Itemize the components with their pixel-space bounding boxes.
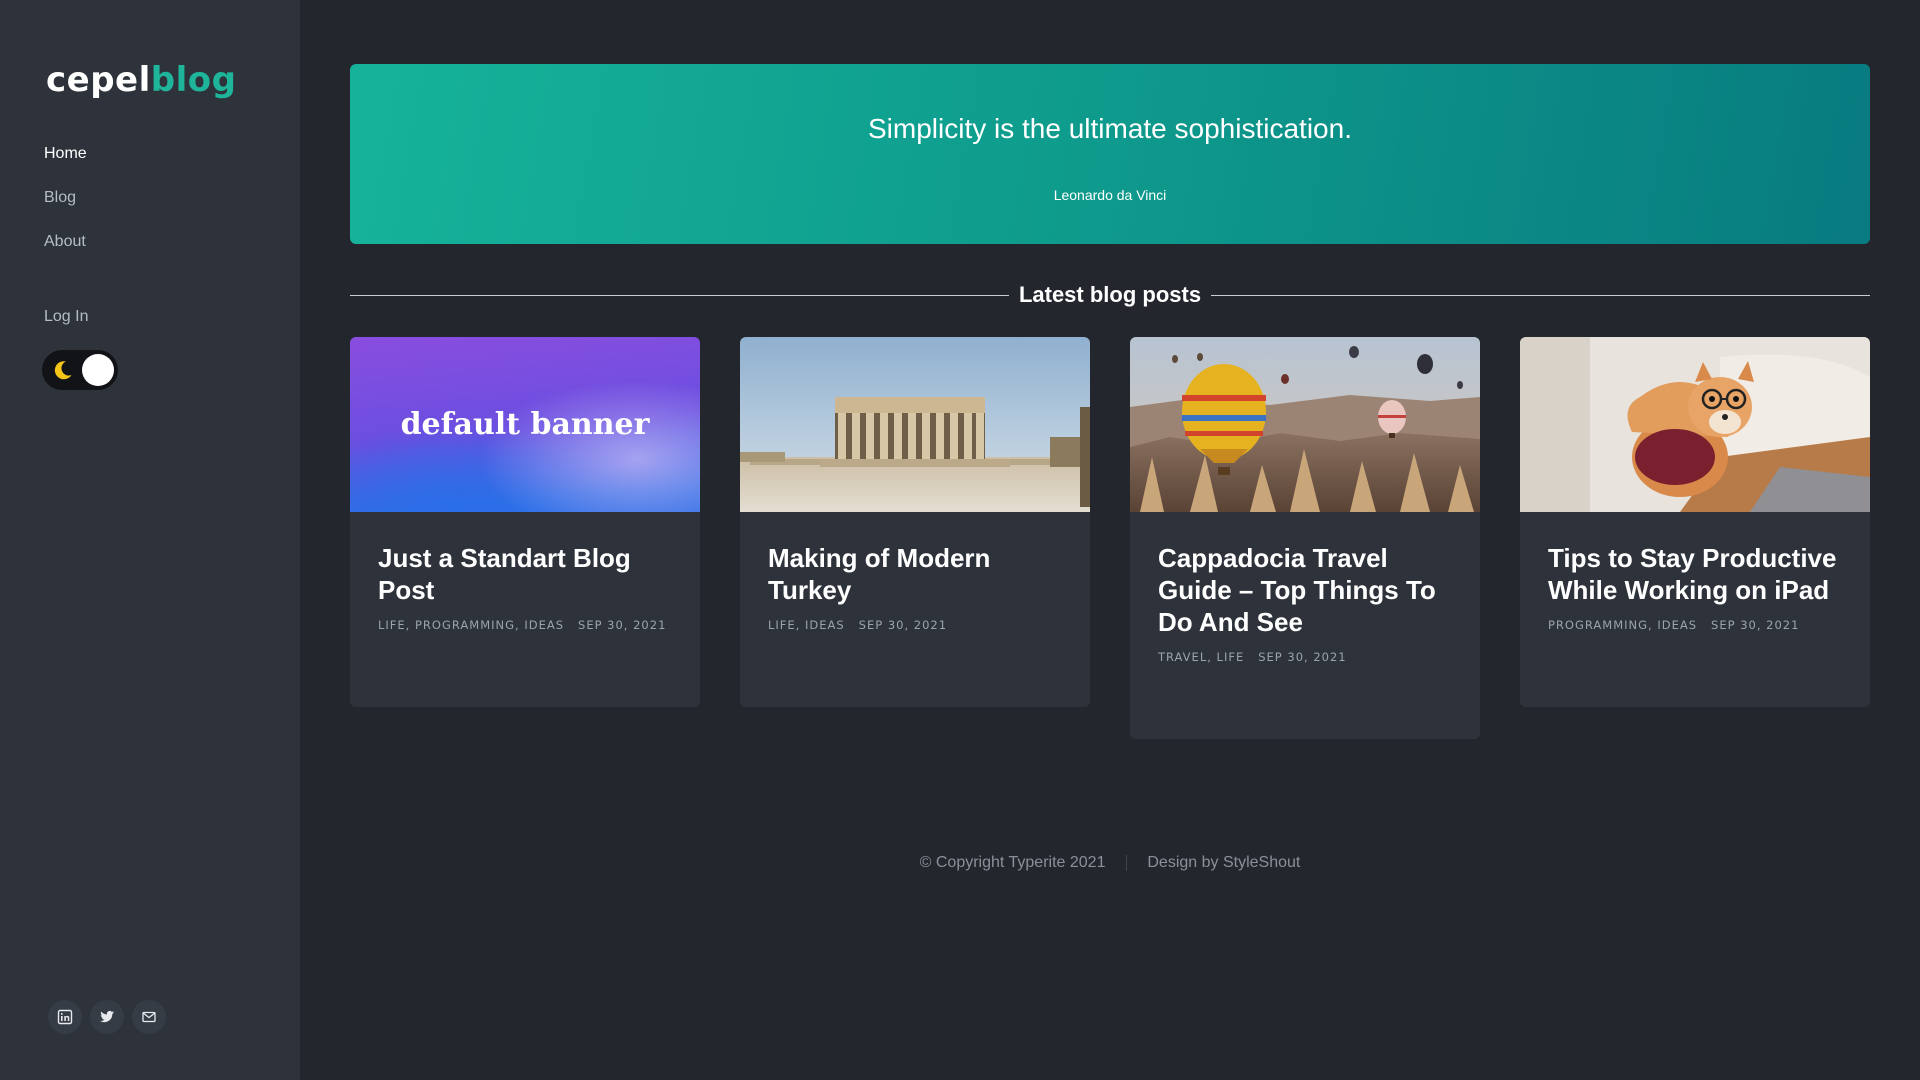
email-button[interactable] — [132, 1000, 166, 1034]
theme-toggle[interactable] — [42, 350, 118, 390]
post-date: SEP 30, 2021 — [1258, 650, 1347, 664]
post-grid: default banner Just a Standart Blog Post… — [350, 337, 1870, 739]
nav-item-home[interactable]: Home — [44, 144, 87, 164]
post-thumbnail[interactable] — [1520, 337, 1870, 512]
post-meta: LIFE, IDEAS SEP 30, 2021 — [768, 618, 1062, 632]
post-card[interactable]: Making of Modern Turkey LIFE, IDEAS SEP … — [740, 337, 1090, 707]
post-card-body: Cappadocia Travel Guide – Top Things To … — [1130, 512, 1480, 664]
post-card[interactable]: Tips to Stay Productive While Working on… — [1520, 337, 1870, 707]
moon-icon — [54, 361, 72, 380]
post-date: SEP 30, 2021 — [858, 618, 948, 632]
hero-author: Leonardo da Vinci — [1053, 187, 1167, 203]
post-categories[interactable]: LIFE, IDEAS — [768, 618, 845, 632]
post-categories[interactable]: LIFE, PROGRAMMING, IDEAS — [378, 618, 564, 632]
section-title: Latest blog posts — [1018, 282, 1202, 307]
footer-copyright: © Copyright Typerite 2021 — [919, 854, 1106, 871]
post-meta: LIFE, PROGRAMMING, IDEAS SEP 30, 2021 — [378, 618, 672, 632]
heading-divider-right — [1211, 294, 1870, 296]
linkedin-button[interactable] — [48, 1000, 82, 1034]
post-meta: PROGRAMMING, IDEAS SEP 30, 2021 — [1548, 618, 1842, 632]
login-link[interactable]: Log In — [44, 308, 88, 326]
toggle-knob — [82, 354, 114, 386]
main-nav: Home Blog About — [44, 144, 87, 276]
post-title[interactable]: Cappadocia Travel Guide – Top Things To … — [1158, 542, 1452, 638]
site-logo[interactable]: cepelblog — [46, 58, 236, 102]
linkedin-icon — [57, 1009, 73, 1025]
site-footer: © Copyright Typerite 2021 Design by Styl… — [350, 854, 1870, 872]
post-meta: TRAVEL, LIFE SEP 30, 2021 — [1158, 650, 1452, 664]
heading-divider-left — [350, 294, 1009, 296]
hero-quote: Simplicity is the ultimate sophisticatio… — [868, 113, 1352, 144]
footer-separator — [1125, 854, 1127, 871]
balloons-photo — [1130, 337, 1480, 512]
banner-text: default banner — [400, 407, 650, 442]
post-categories[interactable]: PROGRAMMING, IDEAS — [1548, 618, 1697, 632]
section-heading: Latest blog posts — [350, 280, 1870, 310]
logo-text-part1: cepel — [46, 60, 151, 100]
dog-ipad-photo — [1520, 337, 1870, 512]
mausoleum-photo — [740, 337, 1090, 512]
footer-design-credit[interactable]: Design by StyleShout — [1147, 854, 1300, 872]
post-title[interactable]: Tips to Stay Productive While Working on… — [1548, 542, 1842, 606]
post-title[interactable]: Just a Standart Blog Post — [378, 542, 672, 606]
post-card-body: Just a Standart Blog Post LIFE, PROGRAMM… — [350, 512, 700, 632]
nav-item-blog[interactable]: Blog — [44, 188, 87, 208]
post-card-body: Making of Modern Turkey LIFE, IDEAS SEP … — [740, 512, 1090, 632]
post-thumbnail[interactable] — [1130, 337, 1480, 512]
social-links — [48, 1000, 166, 1034]
twitter-button[interactable] — [90, 1000, 124, 1034]
post-card-body: Tips to Stay Productive While Working on… — [1520, 512, 1870, 632]
post-thumbnail[interactable] — [740, 337, 1090, 512]
logo-text-part2: blog — [150, 60, 237, 100]
post-card[interactable]: Cappadocia Travel Guide – Top Things To … — [1130, 337, 1480, 739]
post-date: SEP 30, 2021 — [578, 618, 667, 632]
main-content: Simplicity is the ultimate sophisticatio… — [350, 0, 1870, 1080]
twitter-icon — [100, 1010, 114, 1023]
sidebar: cepelblog Home Blog About Log In — [0, 0, 300, 1080]
post-categories[interactable]: TRAVEL, LIFE — [1158, 650, 1244, 664]
post-thumbnail[interactable]: default banner — [350, 337, 700, 512]
nav-item-about[interactable]: About — [44, 232, 87, 252]
post-card[interactable]: default banner Just a Standart Blog Post… — [350, 337, 700, 707]
post-date: SEP 30, 2021 — [1711, 618, 1800, 632]
quote-hero: Simplicity is the ultimate sophisticatio… — [350, 64, 1870, 244]
mail-icon — [142, 1011, 156, 1023]
post-title[interactable]: Making of Modern Turkey — [768, 542, 1062, 606]
